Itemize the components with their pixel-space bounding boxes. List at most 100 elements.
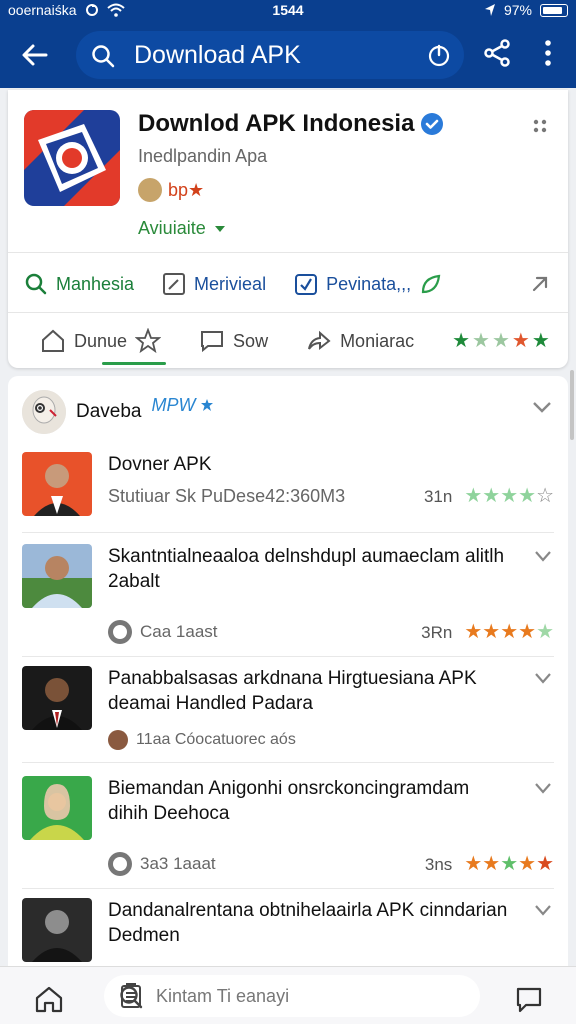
item-title: Dovner APK [108,454,212,475]
action-label: Merivieal [194,273,267,294]
rating-home[interactable]: Dunue [40,328,162,354]
list-item[interactable]: Biemandan Anigonhi onsrckoncingramdam di… [22,776,554,880]
app-star-rating: ★ ★ ★ ★ ★ [452,331,550,351]
action-label: Pevinata,,, [326,273,412,294]
share-arrow-icon [308,330,331,351]
item-rating: 31n ★★★★☆ [424,486,554,507]
chevron-down-icon[interactable] [534,672,552,684]
star-icon: ★ [518,485,537,507]
item-rating-label: 31n [423,486,453,506]
rating-label: Dunue [74,330,128,351]
listen-icon [108,852,132,876]
item-title: Skantntialneaaloa delnshdupl aumaeclam a… [108,546,505,592]
action-edit[interactable]: Merivieal [162,272,266,296]
chevron-down-icon[interactable] [534,782,552,794]
item-rating: 3ns ★★★★★ [425,854,554,875]
caret-down-icon [214,225,225,232]
bottom-search-field[interactable]: Kintam Ti eanayi [104,975,480,1017]
app-title: Downlod APK Indonesia [138,110,415,137]
availability-dropdown[interactable]: Aviuiaite [138,218,226,239]
item-thumbnail [22,898,92,962]
search-bar[interactable]: Download APK [76,31,464,79]
author-avatar [108,730,128,750]
comment-icon [201,331,224,353]
app-subtitle: Inedlpandin Apa [138,146,268,166]
bottom-nav: Kintam Ti eanayi [0,966,576,1024]
rating-share[interactable]: Moniarac [306,328,414,354]
document-icon[interactable] [118,983,144,1009]
item-thumbnail [22,666,92,730]
battery-icon [540,3,568,17]
item-rating-label: 3Rn [421,622,453,642]
power-icon[interactable] [426,42,452,68]
star-icon: ★ [491,330,510,352]
chat-icon[interactable] [514,985,544,1013]
search-query[interactable]: Download APK [134,41,301,70]
share-icon[interactable] [482,38,512,68]
star-icon: ★ [511,330,530,352]
star-icon: ★ [452,330,471,352]
action-row: Manhesia Merivieal Pevinata,,, [24,266,552,302]
star-icon: ★ [482,485,501,507]
leaf-icon [422,274,441,294]
star-icon: ★ [500,853,519,875]
chevron-down-icon[interactable] [532,400,552,414]
star-icon: ☆ [536,485,554,507]
divider [8,312,568,313]
author-avatar [22,390,66,434]
action-search[interactable]: Manhesia [24,272,134,296]
app-details-card: Downlod APK Indonesia Inedlpandin Apa bp… [8,90,568,368]
edit-icon [163,273,186,295]
item-rating-label: 3ns [424,854,453,874]
item-meta-text: 3a3 1aaat [140,854,216,873]
star-icon: ★ [464,621,483,643]
more-vert-icon[interactable] [536,38,560,68]
star-icon: ★ [472,330,490,352]
app-bar: Download APK [0,22,576,88]
star-icon: ★ [536,853,554,875]
location-icon [484,4,495,16]
chevron-down-icon[interactable] [534,550,552,562]
app-logo[interactable] [24,110,120,206]
divider [22,762,554,763]
feed-card: Daveba MPW Dovner APK Stutiuar Sk PuDese… [8,376,568,976]
home-icon [42,329,64,352]
back-arrow-icon[interactable] [18,38,52,72]
star-icon: ★ [500,485,519,507]
developer-name: bp★ [168,179,205,200]
item-meta: 3a3 1aaat [108,852,216,876]
star-icon: ★ [531,330,550,352]
chevron-down-icon[interactable] [534,904,552,916]
rating-label: Sow [233,330,269,351]
action-label: Manhesia [56,273,135,294]
item-title: Panabbalsasas arkdnana Hirgtuesiana APK … [108,668,477,714]
forward-arrow-icon[interactable] [528,272,552,296]
developer-row[interactable]: bp★ [138,178,204,202]
home-icon[interactable] [34,985,64,1013]
list-item[interactable]: Dandanalrentana obtnihelaairla APK cinnd… [22,898,554,974]
item-stars: ★★★★★ [464,854,554,875]
star-icon: ★ [464,485,483,507]
list-item[interactable]: Dovner APK Stutiuar Sk PuDese42:360M3 31… [22,452,554,522]
scrollbar[interactable] [570,370,574,440]
verified-star-icon [200,399,213,411]
action-verify[interactable]: Pevinata,,, [294,272,443,296]
item-meta: Caa 1aast [108,620,218,644]
star-outline-icon [135,328,162,354]
divider [8,252,568,253]
item-thumbnail [22,776,92,840]
divider [22,656,554,657]
list-item[interactable]: Skantntialneaaloa delnshdupl aumaeclam a… [22,544,554,648]
status-bar: ᴏoernaiśka 1544 97% [0,0,576,22]
list-item[interactable]: Panabbalsasas arkdnana Hirgtuesiana APK … [22,666,554,754]
star-icon: ★ [482,621,501,643]
selected-tab-underline [102,362,166,365]
search-icon [92,45,115,68]
rating-comment[interactable]: Sow [199,328,268,354]
item-meta: 11aa Cóocatuorec aós [108,730,296,750]
star-icon: ★ [518,853,537,875]
feed-header[interactable]: Daveba MPW [22,390,214,434]
availability-label: Aviuiaite [138,218,206,238]
grid-menu-icon[interactable] [532,118,548,134]
divider [22,532,554,533]
